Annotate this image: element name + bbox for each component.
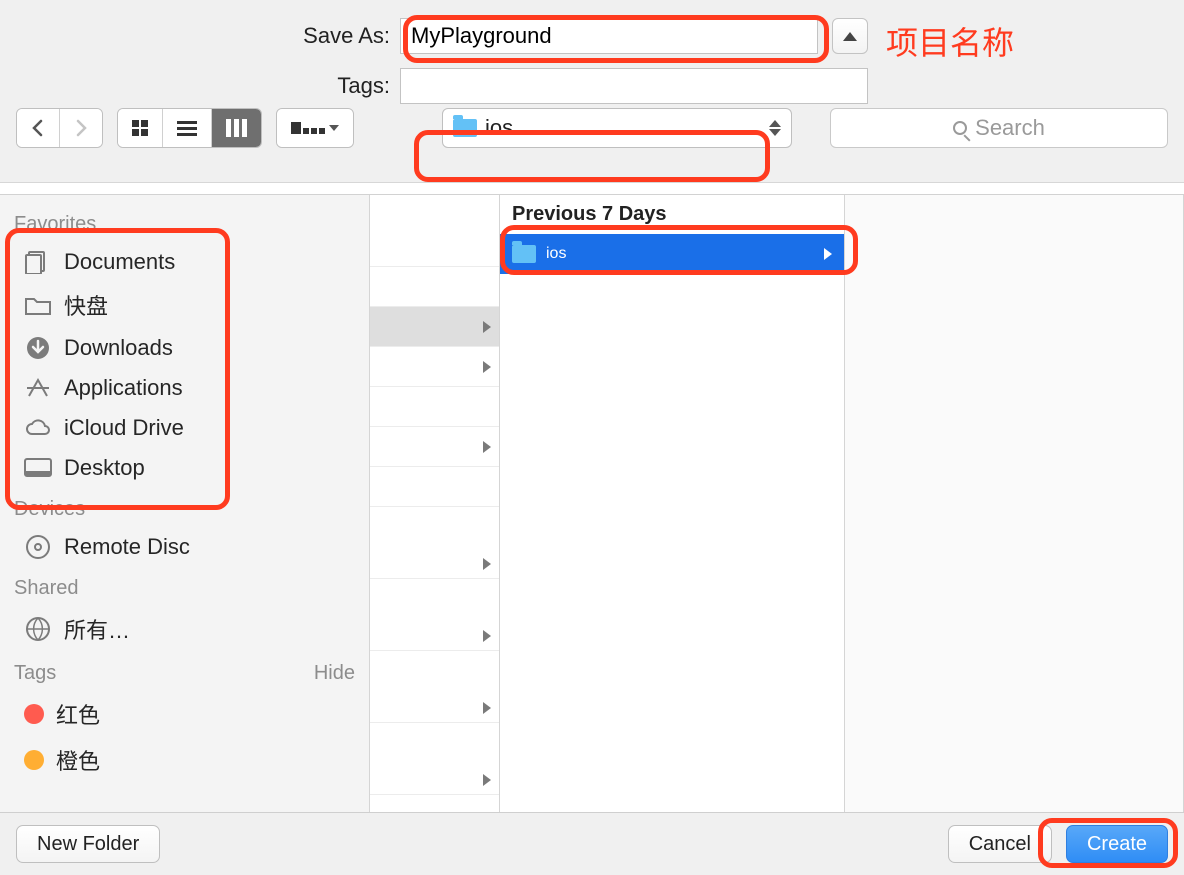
folder-icon [24,294,52,316]
view-icon-columns[interactable] [212,109,261,147]
devices-header: Devices [0,488,369,527]
browser-item-ios[interactable]: ios [500,234,844,274]
location-popup[interactable]: ios [442,108,792,148]
tag-dot-icon [24,750,44,770]
chevron-up-icon [843,32,857,41]
applications-icon [24,377,52,399]
documents-icon [24,251,52,273]
column-3[interactable] [845,195,1184,812]
chevron-right-icon [483,630,491,642]
search-input[interactable]: Search [830,108,1168,148]
footer: New Folder Cancel Create [0,812,1184,875]
tags-hide-button[interactable]: Hide [314,662,355,685]
sidebar-tag-red[interactable]: 红色 [0,691,369,737]
arrange-segment [276,108,354,148]
browser-item-label: ios [546,245,566,263]
sidebar-tag-orange[interactable]: 橙色 [0,737,369,783]
updown-icon [769,120,781,136]
downloads-icon [24,337,52,359]
search-placeholder: Search [975,115,1045,141]
chevron-right-icon [483,321,491,333]
sidebar-item-remote-disc[interactable]: Remote Disc [0,527,369,567]
column-2[interactable]: Previous 7 Days ios [500,195,845,812]
sidebar-item-label: 橙色 [56,744,100,776]
save-as-label: Save As: [0,23,400,49]
view-icon-list[interactable] [163,109,212,147]
toolbar: ios Search [0,108,1184,164]
shared-header: Shared [0,567,369,606]
forward-button[interactable] [60,109,102,147]
sidebar: Favorites Documents 快盘 Downloads Applica… [0,195,370,812]
body-area: Favorites Documents 快盘 Downloads Applica… [0,194,1184,812]
favorites-header: Favorites [0,203,369,242]
sidebar-item-label: 红色 [56,698,100,730]
tags-label: Tags: [0,73,400,99]
folder-icon [512,245,536,263]
back-button[interactable] [17,109,60,147]
sidebar-item-label: Applications [64,375,183,401]
chevron-down-icon [329,125,339,131]
disc-icon [24,536,52,558]
view-icon-grid[interactable] [118,109,163,147]
arrange-button[interactable] [277,109,353,147]
column-1[interactable] [370,195,500,812]
collapse-button[interactable] [832,18,868,54]
tags-header: Tags Hide [0,652,369,691]
save-as-input[interactable] [400,18,818,54]
location-name: ios [485,115,513,141]
sidebar-item-kuaipan[interactable]: 快盘 [0,282,369,328]
sidebar-item-all-shared[interactable]: 所有… [0,606,369,652]
create-button[interactable]: Create [1066,825,1168,863]
search-icon [953,121,967,135]
folder-icon [453,119,477,137]
icloud-icon [24,417,52,439]
sidebar-item-label: Documents [64,249,175,275]
annotation-label-project-name: 项目名称 [886,18,1014,64]
sidebar-item-applications[interactable]: Applications [0,368,369,408]
chevron-right-icon [483,558,491,570]
chevron-right-icon [483,361,491,373]
tag-dot-icon [24,704,44,724]
chevron-right-icon [483,774,491,786]
sidebar-item-label: 所有… [64,613,130,645]
column-browser: Previous 7 Days ios [370,195,1184,812]
nav-back-forward [16,108,103,148]
cancel-button[interactable]: Cancel [948,825,1052,863]
chevron-right-icon [483,702,491,714]
sidebar-item-label: Remote Disc [64,534,190,560]
column-section-header: Previous 7 Days [500,195,844,234]
sidebar-item-label: Downloads [64,335,173,361]
sidebar-item-label: iCloud Drive [64,415,184,441]
chevron-right-icon [483,441,491,453]
chevron-right-icon [824,248,832,260]
sidebar-item-icloud[interactable]: iCloud Drive [0,408,369,448]
view-mode-segment [117,108,262,148]
sidebar-item-documents[interactable]: Documents [0,242,369,282]
globe-icon [24,618,52,640]
sidebar-item-label: 快盘 [64,289,108,321]
new-folder-button[interactable]: New Folder [16,825,160,863]
sidebar-item-label: Desktop [64,455,145,481]
tags-input[interactable] [400,68,868,104]
sidebar-item-downloads[interactable]: Downloads [0,328,369,368]
desktop-icon [24,457,52,479]
sidebar-item-desktop[interactable]: Desktop [0,448,369,488]
